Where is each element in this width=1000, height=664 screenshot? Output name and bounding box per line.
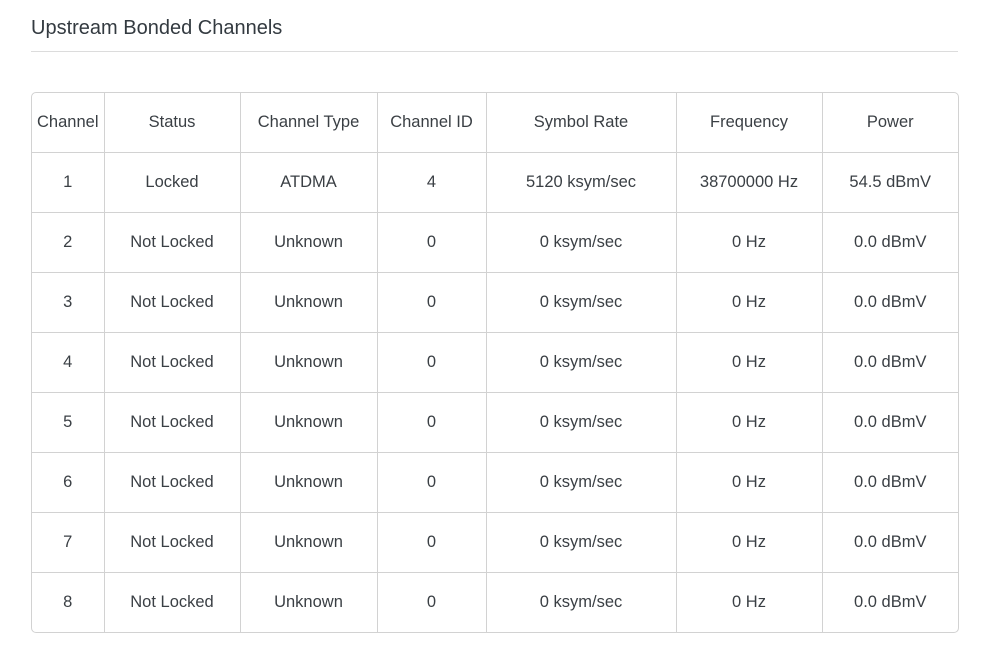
table-row: 8 Not Locked Unknown 0 0 ksym/sec 0 Hz 0.0 dBm… <box>32 572 958 632</box>
table-row: 4 Not Locked Unknown 0 0 ksym/sec 0 Hz 0.0 dBm… <box>32 332 958 393</box>
cell-symbol-rate: 0 ksym/sec <box>486 332 677 393</box>
cell-channel-type: Unknown <box>240 332 378 393</box>
cell-channel: 2 <box>32 212 105 273</box>
cell-channel: 7 <box>32 512 105 573</box>
cell-frequency: 0 Hz <box>676 392 823 453</box>
header-frequency: Frequency <box>676 93 823 153</box>
cell-frequency: 0 Hz <box>676 452 823 513</box>
cell-channel-id: 4 <box>377 152 487 213</box>
cell-symbol-rate: 0 ksym/sec <box>486 392 677 453</box>
cell-status: Not Locked <box>104 392 241 453</box>
cell-status: Not Locked <box>104 272 241 333</box>
table-row: 6 Not Locked Unknown 0 0 ksym/sec 0 Hz 0.0 dBm… <box>32 452 958 513</box>
cell-channel-type: Unknown <box>240 572 378 632</box>
cell-channel-id: 0 <box>377 332 487 393</box>
cell-status: Not Locked <box>104 212 241 273</box>
cell-channel-id: 0 <box>377 272 487 333</box>
header-power: Power <box>822 93 958 153</box>
cell-status: Not Locked <box>104 452 241 513</box>
cell-frequency: 0 Hz <box>676 272 823 333</box>
header-channel-type: Channel Type <box>240 93 378 153</box>
cell-power: 54.5 dBmV <box>822 152 958 213</box>
cell-channel-id: 0 <box>377 572 487 632</box>
cell-channel-id: 0 <box>377 512 487 573</box>
cell-channel: 5 <box>32 392 105 453</box>
cell-status: Not Locked <box>104 512 241 573</box>
cell-channel: 3 <box>32 272 105 333</box>
header-symbol-rate: Symbol Rate <box>486 93 677 153</box>
cell-symbol-rate: 0 ksym/sec <box>486 452 677 513</box>
cell-channel: 4 <box>32 332 105 393</box>
cell-symbol-rate: 0 ksym/sec <box>486 572 677 632</box>
table-row: 7 Not Locked Unknown 0 0 ksym/sec 0 Hz 0.0 dBm… <box>32 512 958 573</box>
cell-channel-id: 0 <box>377 212 487 273</box>
cell-power: 0.0 dBmV <box>854 593 927 611</box>
cell-channel-type: Unknown <box>240 452 378 513</box>
table-row: 5 Not Locked Unknown 0 0 ksym/sec 0 Hz 0.0 dBm… <box>32 392 958 453</box>
cell-channel-type: Unknown <box>240 272 378 333</box>
cell-channel: 8 <box>32 572 105 632</box>
cell-frequency: 0 Hz <box>676 572 823 632</box>
cell-status: Not Locked <box>104 572 241 632</box>
header-status: Status <box>104 93 241 153</box>
cell-frequency: 0 Hz <box>676 332 823 393</box>
cell-symbol-rate: 0 ksym/sec <box>486 272 677 333</box>
cell-channel-type: Unknown <box>240 512 378 573</box>
cell-channel: 6 <box>32 452 105 513</box>
cell-symbol-rate: 0 ksym/sec <box>486 512 677 573</box>
section-title: Upstream Bonded Channels <box>31 17 283 39</box>
table-row: 1 Locked ATDMA 4 5120 ksym/sec 38700000 Hz 54.… <box>32 152 958 213</box>
cell-power: 0.0 dBmV <box>822 332 958 393</box>
header-channel: Channel <box>32 93 105 153</box>
cell-channel-id: 0 <box>377 452 487 513</box>
cell-channel-type: Unknown <box>240 212 378 273</box>
cell-power: 0.0 dBmV <box>822 392 958 453</box>
cell-power: 0.0 dBmV <box>822 512 958 573</box>
cell-symbol-rate: 0 ksym/sec <box>486 212 677 273</box>
cell-status: Not Locked <box>104 332 241 393</box>
table-row: 2 Not Locked Unknown 0 0 ksym/sec 0 Hz 0.0 dBm… <box>32 212 958 273</box>
title-divider <box>31 51 958 52</box>
cell-channel-type: ATDMA <box>240 152 378 213</box>
table-row: 3 Not Locked Unknown 0 0 ksym/sec 0 Hz 0.0 dBm… <box>32 272 958 333</box>
cell-channel: 1 <box>32 152 105 213</box>
cell-channel-id: 0 <box>377 392 487 453</box>
cell-power: 0.0 dBmV <box>822 212 958 273</box>
cell-power: 0.0 dBmV <box>822 452 958 513</box>
upstream-channels-table: Channel Status Channel Type Channel ID S… <box>31 92 959 633</box>
header-channel-id: Channel ID <box>377 93 487 153</box>
cell-power: 0.0 dBmV <box>822 272 958 333</box>
cell-frequency: 38700000 Hz <box>676 152 823 213</box>
cell-channel-type: Unknown <box>240 392 378 453</box>
cell-frequency: 0 Hz <box>676 512 823 573</box>
cell-status: Locked <box>104 152 241 213</box>
cell-symbol-rate: 5120 ksym/sec <box>486 152 677 213</box>
cell-frequency: 0 Hz <box>676 212 823 273</box>
table-header-row: Channel Status Channel Type Channel ID S… <box>32 93 958 153</box>
